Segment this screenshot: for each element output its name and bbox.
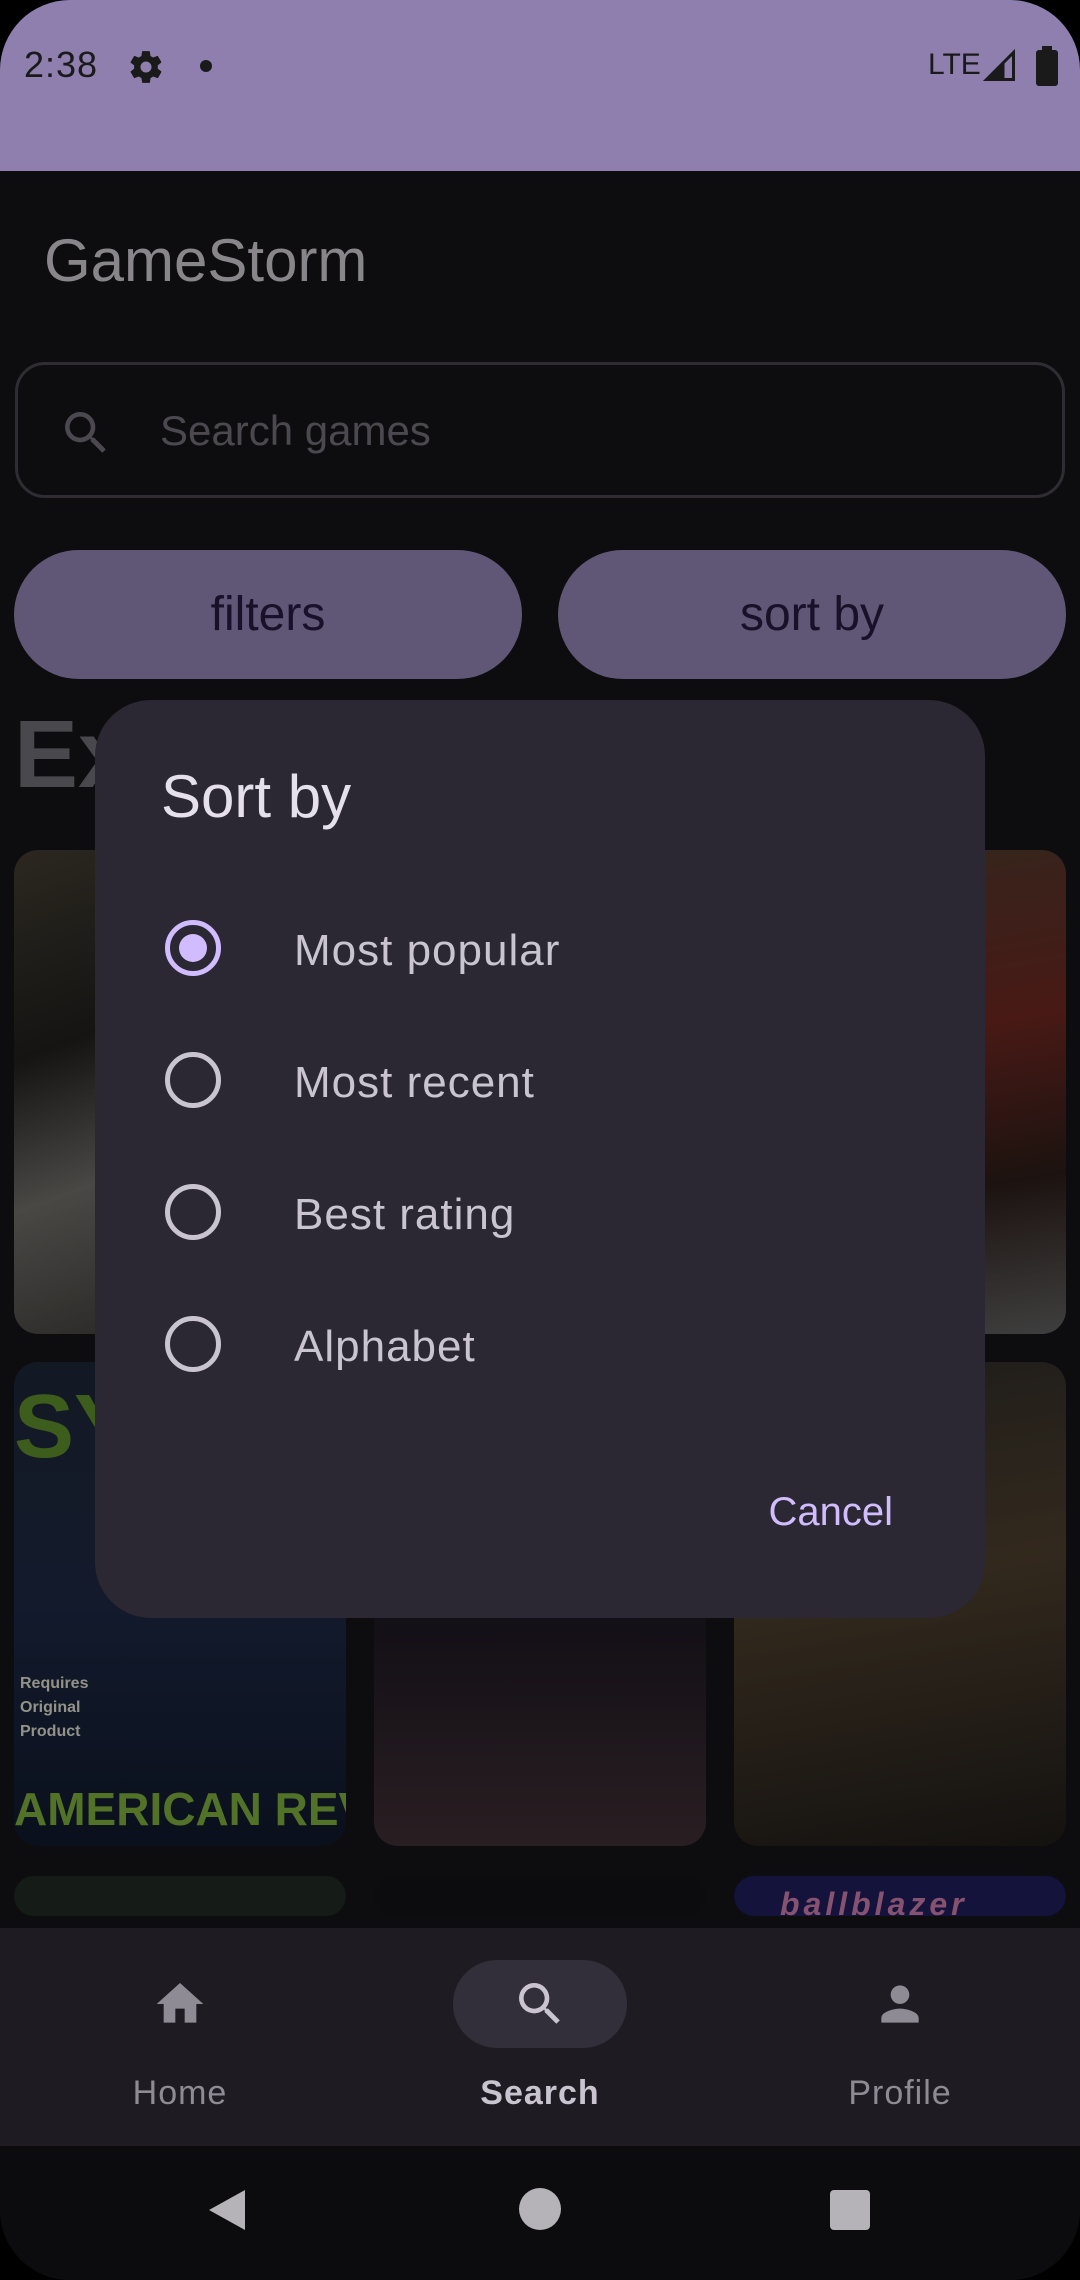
signal-icon xyxy=(982,48,1015,81)
home-icon xyxy=(156,1983,204,2023)
network-type: LTE xyxy=(928,48,981,81)
nav-item-profile[interactable]: Profile xyxy=(780,1928,1020,2146)
notification-dot xyxy=(200,60,212,72)
status-bar: 2:38 LTE xyxy=(0,0,1080,171)
battery-icon xyxy=(1036,46,1058,86)
nav-item-home[interactable]: Home xyxy=(60,1928,300,2146)
nav-label: Profile xyxy=(848,2074,952,2112)
sort-option-alphabet[interactable]: Alphabet xyxy=(95,1278,985,1410)
bottom-navigation: Home Search Profile xyxy=(0,1928,1080,2146)
recents-icon[interactable] xyxy=(830,2190,870,2230)
home-circle-icon[interactable] xyxy=(519,2188,561,2230)
nav-item-search[interactable]: Search xyxy=(420,1928,660,2146)
sort-option-most-popular[interactable]: Most popular xyxy=(95,882,985,1014)
cancel-button[interactable]: Cancel xyxy=(768,1490,893,1535)
person-icon xyxy=(881,1985,919,2023)
dialog-title: Sort by xyxy=(161,763,352,830)
nav-label: Home xyxy=(132,2074,228,2112)
radio-icon[interactable] xyxy=(165,1316,221,1372)
option-label: Best rating xyxy=(294,1190,516,1239)
option-label: Alphabet xyxy=(294,1322,476,1371)
sort-option-most-recent[interactable]: Most recent xyxy=(95,1014,985,1146)
option-label: Most popular xyxy=(294,926,561,975)
sort-dialog: Sort by Most popular Most recent Best ra… xyxy=(95,700,985,1618)
back-icon[interactable] xyxy=(205,2186,249,2234)
gear-icon xyxy=(130,51,162,83)
radio-icon[interactable] xyxy=(165,1184,221,1240)
nav-label: Search xyxy=(480,2074,600,2112)
status-time: 2:38 xyxy=(24,44,99,85)
option-label: Most recent xyxy=(294,1058,535,1107)
system-navigation-bar xyxy=(0,2146,1080,2280)
sort-option-best-rating[interactable]: Best rating xyxy=(95,1146,985,1278)
radio-icon[interactable] xyxy=(165,1052,221,1108)
search-icon xyxy=(519,1983,560,2024)
phone-screen: 2:38 LTE GameStorm Search games filters … xyxy=(0,0,1080,2280)
radio-selected-icon[interactable] xyxy=(165,920,221,976)
